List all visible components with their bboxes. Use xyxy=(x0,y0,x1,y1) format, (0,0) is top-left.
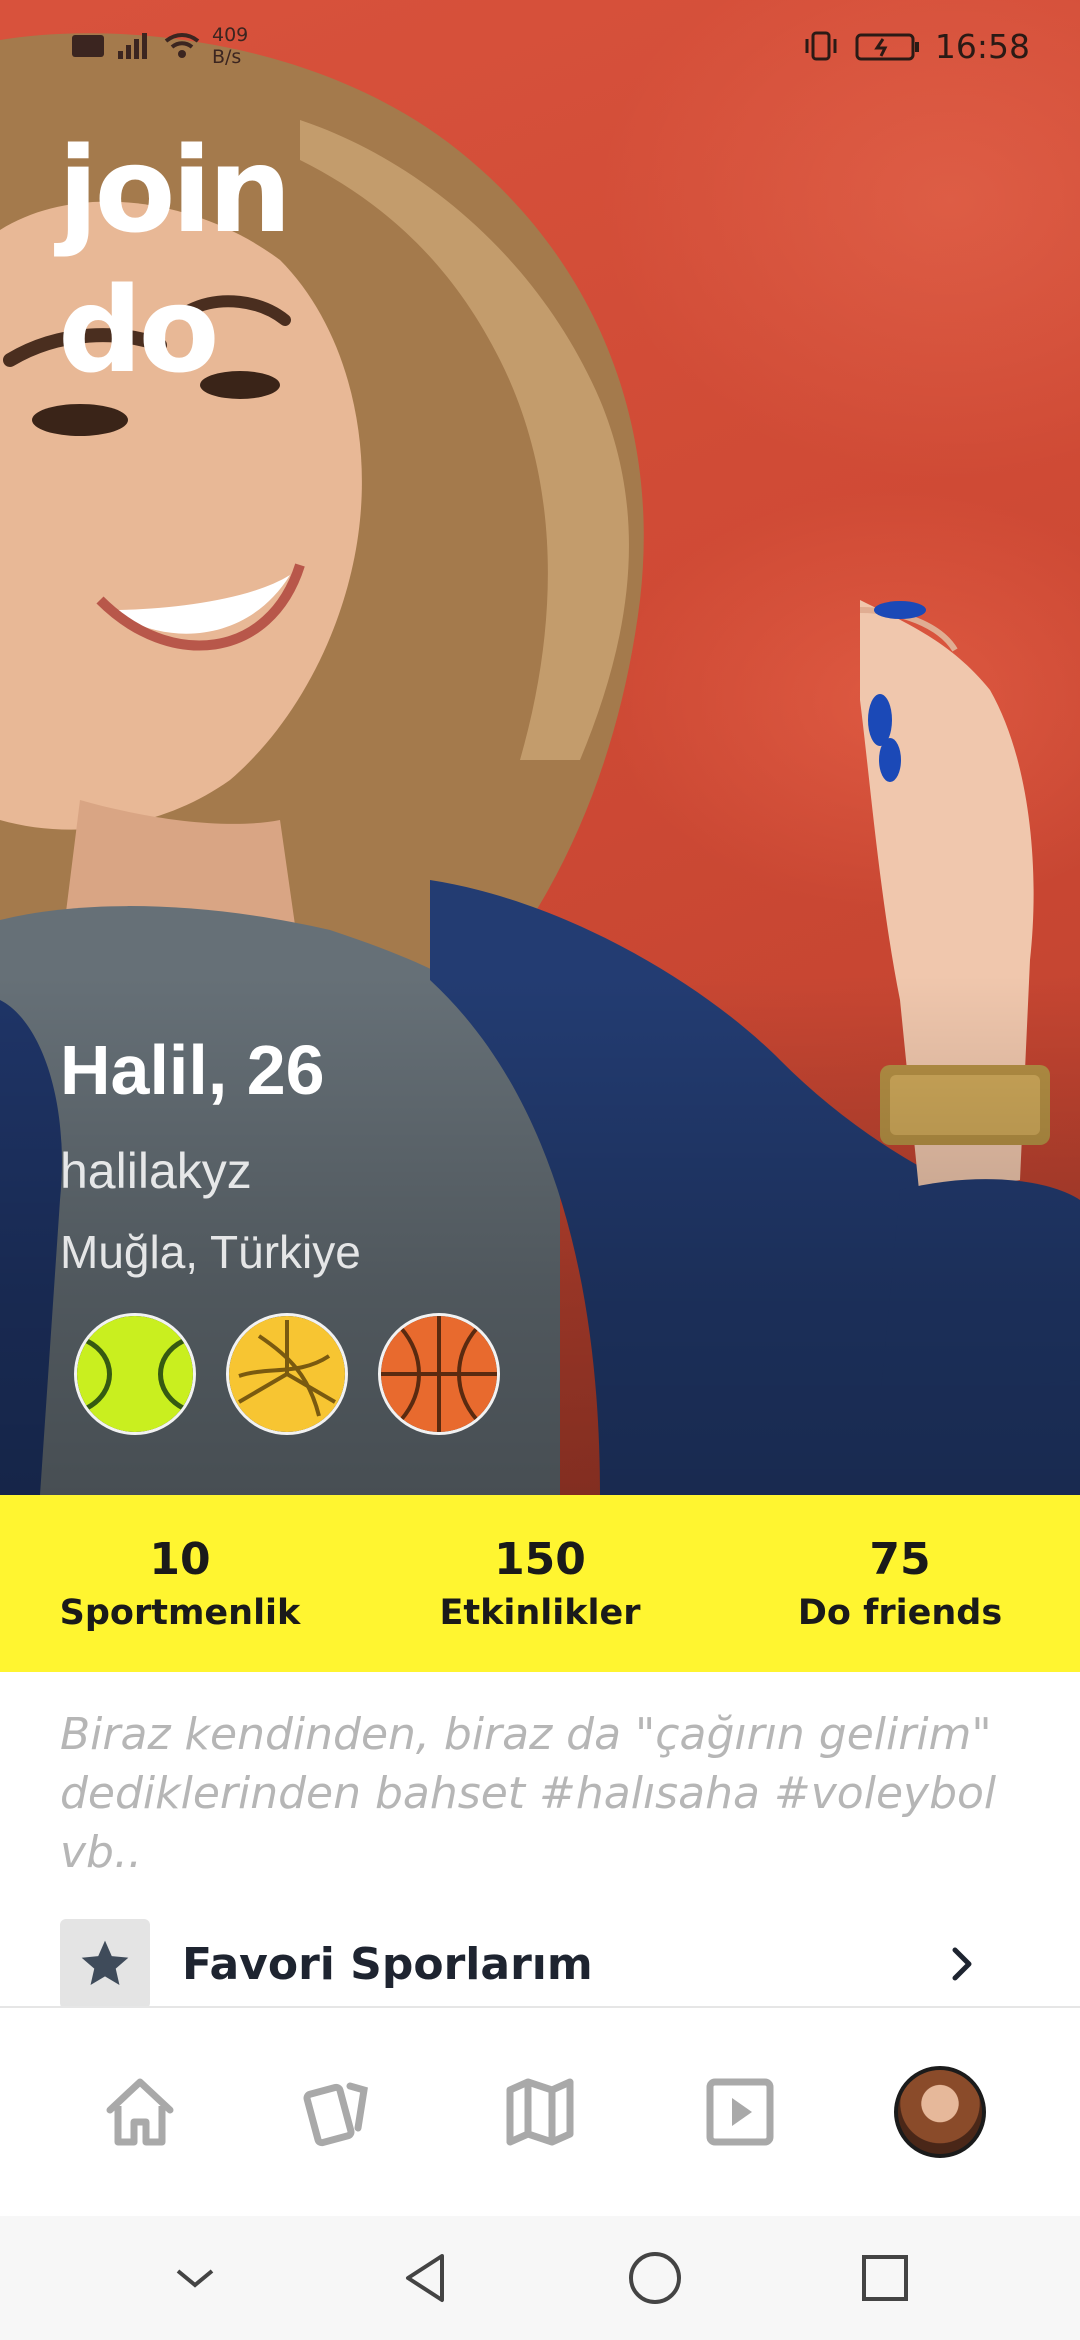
system-nav-bar xyxy=(0,2216,1080,2340)
hd-icon xyxy=(72,35,104,57)
favorite-sports-label: Favori Sporlarım xyxy=(182,1938,593,1990)
bottom-nav xyxy=(0,2006,1080,2216)
joindo-logo: join do xyxy=(58,120,428,399)
nav-map[interactable] xyxy=(480,2052,600,2172)
profile-hero: 409 B/s 16:58 join do Halil, 26 halilaky… xyxy=(0,0,1080,1495)
volleyball-icon[interactable] xyxy=(226,1313,348,1435)
signal-icon xyxy=(118,33,147,59)
net-speed-value: 409 xyxy=(212,24,249,46)
profile-location: Muğla, Türkiye xyxy=(60,1226,361,1278)
chevron-down-icon[interactable] xyxy=(160,2243,230,2313)
star-icon-box xyxy=(60,1919,150,2009)
nav-profile[interactable] xyxy=(880,2052,1000,2172)
tennis-ball-icon[interactable] xyxy=(74,1313,196,1435)
chevron-right-icon[interactable] xyxy=(942,1944,982,1984)
bio-placeholder[interactable]: Biraz kendinden, biraz da "çağırın gelir… xyxy=(60,1705,1020,1882)
map-icon xyxy=(506,2078,574,2146)
stat-value: 75 xyxy=(869,1533,931,1585)
profile-name-age: Halil, 26 xyxy=(60,1031,325,1109)
status-bar: 409 B/s 16:58 xyxy=(0,0,1080,92)
stat-label: Etkinlikler xyxy=(439,1592,641,1633)
stat-sportmenlik[interactable]: 10 Sportmenlik xyxy=(0,1495,360,1672)
clock: 16:58 xyxy=(934,26,1030,66)
stat-value: 150 xyxy=(494,1533,586,1585)
logo-text: join do xyxy=(58,121,292,399)
stat-label: Sportmenlik xyxy=(59,1592,301,1633)
stats-bar: 10 Sportmenlik 150 Etkinlikler 75 Do fri… xyxy=(0,1495,1080,1672)
wifi-icon xyxy=(164,33,200,58)
nav-videos[interactable] xyxy=(680,2052,800,2172)
play-icon xyxy=(706,2078,774,2146)
stat-label: Do friends xyxy=(797,1592,1003,1633)
net-speed-unit: B/s xyxy=(212,46,242,68)
stat-etkinlikler[interactable]: 150 Etkinlikler xyxy=(360,1495,720,1672)
sport-icons xyxy=(74,1313,500,1435)
home-icon xyxy=(106,2078,174,2146)
basketball-icon[interactable] xyxy=(378,1313,500,1435)
stat-value: 10 xyxy=(149,1533,211,1585)
back-icon[interactable] xyxy=(390,2243,460,2313)
nav-cards[interactable] xyxy=(280,2052,400,2172)
stat-do-friends[interactable]: 75 Do friends xyxy=(720,1495,1080,1672)
profile-avatar xyxy=(894,2066,986,2158)
home-circle-icon[interactable] xyxy=(620,2243,690,2313)
cards-icon xyxy=(303,2082,368,2147)
battery-icon xyxy=(855,33,919,61)
profile-username: halilakyz xyxy=(60,1143,252,1199)
nav-home[interactable] xyxy=(80,2052,200,2172)
recents-icon[interactable] xyxy=(850,2243,920,2313)
vibrate-icon xyxy=(805,31,837,61)
favorite-sports-row[interactable]: Favori Sporlarım xyxy=(60,1918,1020,2010)
star-icon xyxy=(81,1940,129,1985)
